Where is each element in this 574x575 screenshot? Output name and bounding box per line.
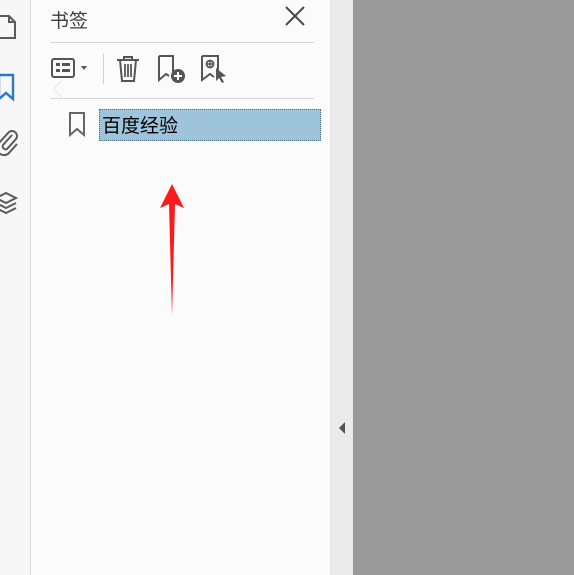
options-menu-button[interactable]	[50, 52, 94, 86]
toolbar-divider	[50, 98, 314, 99]
new-bookmark-button[interactable]	[155, 52, 189, 86]
delete-icon	[117, 56, 139, 82]
bookmark-icon[interactable]	[0, 70, 30, 106]
bookmarks-panel: 书签 百度经验	[31, 0, 331, 575]
header-divider	[50, 42, 314, 43]
red-arrow-annotation	[160, 184, 184, 316]
bookmark-item-icon	[69, 112, 85, 137]
new-bookmark-icon	[158, 55, 185, 83]
bookmark-from-selection-button[interactable]	[198, 52, 232, 86]
bookmark-from-selection-icon	[201, 55, 226, 83]
bookmark-item-label[interactable]: 百度经验	[99, 109, 321, 141]
layers-icon[interactable]	[0, 186, 30, 222]
toolbar-separator	[103, 54, 104, 84]
close-button[interactable]	[284, 5, 306, 27]
panel-collapse-strip	[331, 0, 353, 575]
navigation-rail	[0, 0, 31, 575]
delete-bookmark-button[interactable]	[113, 52, 143, 86]
page-thumbnails-icon[interactable]	[0, 10, 30, 46]
attachment-icon[interactable]	[0, 125, 30, 161]
bookmark-item[interactable]: 百度经验	[67, 109, 323, 143]
document-view	[353, 0, 574, 575]
panel-title: 书签	[50, 10, 89, 32]
collapse-arrow-icon	[339, 422, 345, 434]
bookmark-toolbar	[50, 52, 320, 86]
close-icon	[285, 6, 305, 26]
collapse-panel-button[interactable]	[337, 420, 347, 436]
options-menu-icon	[51, 58, 87, 78]
